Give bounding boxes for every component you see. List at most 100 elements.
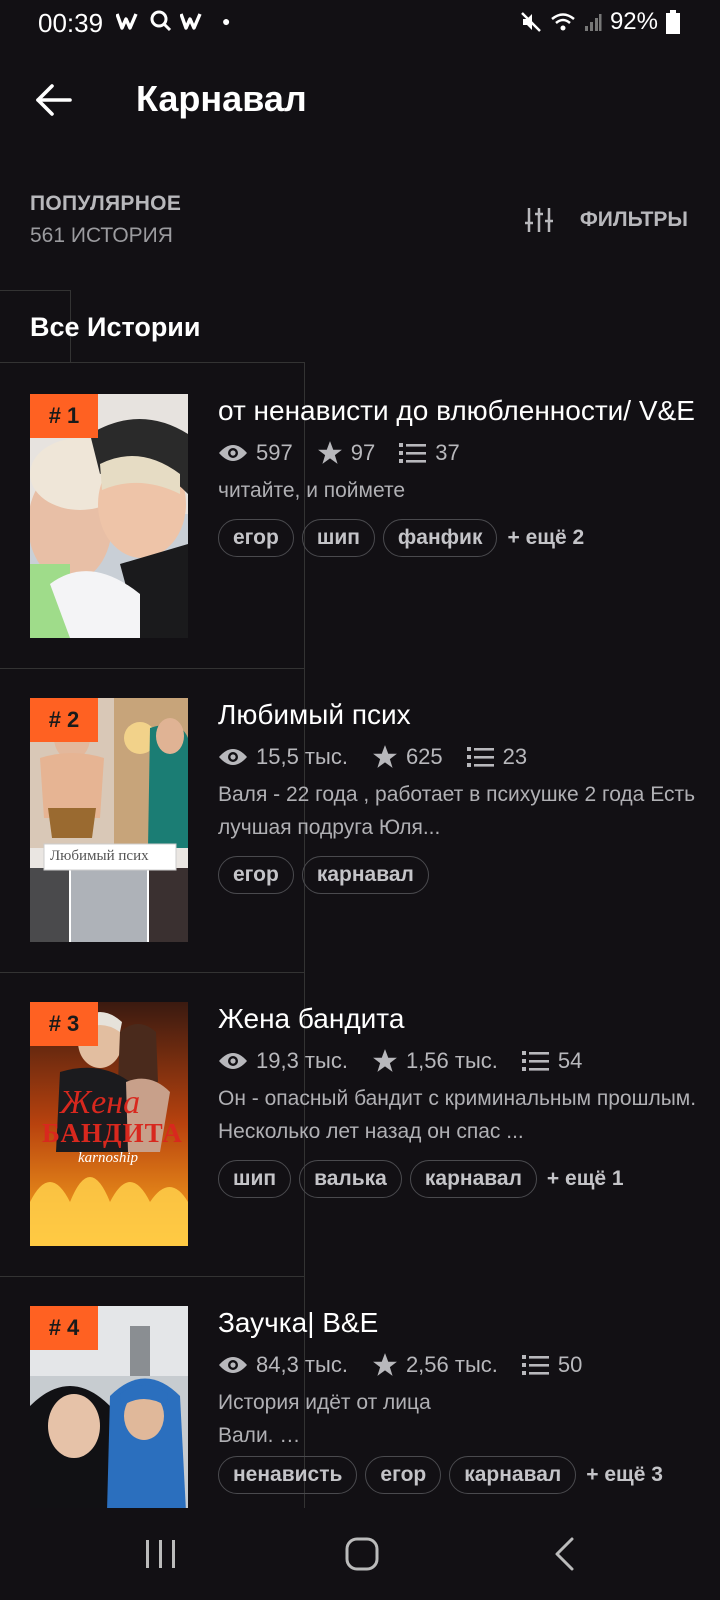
- divider: [0, 290, 70, 291]
- tag[interactable]: фанфик: [382, 519, 498, 557]
- eye-icon: [219, 1053, 247, 1069]
- eye-icon: [219, 445, 247, 461]
- story-item[interactable]: Жена БАНДИТА karnoship # 3 Жена бандита …: [0, 1002, 720, 1276]
- story-item[interactable]: # 4 Заучка| B&E 84,3 тыс. 2,56 тыс. 50 И…: [0, 1306, 720, 1510]
- divider: [0, 362, 304, 363]
- list-icon: [399, 443, 427, 463]
- tag[interactable]: егор: [218, 519, 294, 557]
- tag[interactable]: шип: [218, 1160, 292, 1198]
- tag[interactable]: карнавал: [449, 1456, 577, 1494]
- cover-author: karnoship: [78, 1150, 138, 1166]
- tag-list: ненависть егор карнавал + ещё 3: [218, 1456, 698, 1494]
- tag[interactable]: карнавал: [409, 1160, 537, 1198]
- notification-icons: ●: [116, 10, 230, 32]
- tag[interactable]: валька: [299, 1160, 402, 1198]
- tag[interactable]: егор: [365, 1456, 442, 1494]
- views-count: 19,3 тыс.: [256, 1048, 348, 1073]
- story-info: Любимый псих 15,5 тыс. 625 23 Валя - 22 …: [218, 698, 698, 894]
- parts-count: 23: [502, 744, 528, 769]
- mute-icon: [521, 12, 541, 32]
- tag-list: егор карнавал: [218, 856, 698, 894]
- story-title[interactable]: Заучка| B&E: [218, 1306, 698, 1340]
- story-title[interactable]: Жена бандита: [218, 1002, 698, 1036]
- signal-icon: [584, 14, 602, 31]
- more-tags[interactable]: + ещё 3: [586, 1463, 663, 1487]
- votes-stat: 97: [317, 440, 375, 466]
- sort-info[interactable]: ПОПУЛЯРНОЕ 561 ИСТОРИЯ: [30, 192, 181, 248]
- story-description: Валя - 22 года , работает в психушке 2 г…: [218, 783, 696, 839]
- story-stats: 597 97 37: [218, 438, 698, 468]
- back-arrow-icon[interactable]: [34, 80, 74, 120]
- wifi-icon: [551, 13, 575, 31]
- battery-icon: [666, 10, 680, 34]
- views-stat: 84,3 тыс.: [218, 1352, 348, 1378]
- tag[interactable]: шип: [301, 519, 375, 557]
- rank-badge: # 1: [30, 394, 98, 438]
- rank-badge: # 3: [30, 1002, 98, 1046]
- tag[interactable]: егор: [218, 856, 294, 894]
- parts-stat: 54: [521, 1048, 582, 1074]
- story-info: Жена бандита 19,3 тыс. 1,56 тыс. 54 Он -…: [218, 1002, 698, 1198]
- story-title[interactable]: Любимый псих: [218, 698, 698, 732]
- more-tags[interactable]: + ещё 2: [507, 526, 584, 550]
- star-icon: [373, 745, 397, 768]
- wattpad-icon: [180, 13, 202, 30]
- status-right: 92%: [520, 8, 680, 36]
- filters-button[interactable]: ФИЛЬТРЫ: [524, 206, 688, 234]
- parts-count: 50: [557, 1352, 583, 1377]
- views-stat: 597: [218, 440, 293, 466]
- recent-apps-icon[interactable]: [144, 1538, 178, 1570]
- votes-stat: 1,56 тыс.: [372, 1048, 498, 1074]
- list-icon: [521, 1355, 549, 1375]
- cover-title: Любимый псих: [50, 848, 149, 864]
- story-cover[interactable]: Любимый псих # 2: [30, 698, 188, 942]
- tag-list: егор шип фанфик + ещё 2: [218, 519, 698, 557]
- votes-count: 1,56 тыс.: [405, 1048, 498, 1073]
- parts-count: 37: [435, 440, 460, 465]
- dot-icon: ●: [222, 13, 231, 29]
- story-stats: 19,3 тыс. 1,56 тыс. 54: [218, 1046, 698, 1076]
- section-title: Все Истории: [30, 312, 201, 342]
- votes-stat: 2,56 тыс.: [372, 1352, 498, 1378]
- status-time: 00:39: [38, 8, 104, 38]
- views-stat: 19,3 тыс.: [218, 1048, 348, 1074]
- story-cover[interactable]: # 1: [30, 394, 188, 638]
- votes-count: 625: [405, 744, 443, 769]
- list-icon: [521, 1051, 549, 1071]
- divider: [0, 668, 304, 669]
- story-description: Он - опасный бандит с криминальным прошл…: [218, 1087, 697, 1143]
- story-info: от ненависти до влюбленности/ V&E 597 97…: [218, 394, 698, 557]
- home-icon[interactable]: [344, 1536, 380, 1572]
- tag[interactable]: карнавал: [301, 856, 429, 894]
- tag[interactable]: ненависть: [218, 1456, 358, 1494]
- star-icon: [317, 441, 342, 464]
- story-item[interactable]: # 1 от ненависти до влюбленности/ V&E 59…: [0, 394, 720, 668]
- story-count: 561 ИСТОРИЯ: [30, 224, 173, 247]
- battery-percent: 92%: [609, 8, 658, 35]
- votes-count: 2,56 тыс.: [405, 1352, 498, 1377]
- story-cover[interactable]: Жена БАНДИТА karnoship # 3: [30, 1002, 188, 1246]
- parts-stat: 50: [521, 1352, 583, 1378]
- back-nav-icon[interactable]: [552, 1536, 576, 1572]
- views-count: 84,3 тыс.: [256, 1352, 348, 1377]
- story-cover[interactable]: # 4: [30, 1306, 188, 1508]
- star-icon: [373, 1049, 397, 1072]
- divider: [0, 972, 304, 973]
- story-title[interactable]: от ненависти до влюбленности/ V&E: [218, 394, 698, 428]
- cover-title-1: Жена: [60, 1084, 141, 1121]
- eye-icon: [219, 749, 247, 765]
- views-count: 597: [256, 440, 293, 465]
- sort-category[interactable]: ПОПУЛЯРНОЕ: [30, 192, 181, 216]
- views-count: 15,5 тыс.: [256, 744, 348, 769]
- sliders-icon: [524, 208, 553, 232]
- filters-label: ФИЛЬТРЫ: [579, 208, 688, 231]
- divider: [0, 1276, 304, 1277]
- story-item[interactable]: Любимый псих # 2 Любимый псих 15,5 тыс. …: [0, 698, 720, 972]
- more-tags[interactable]: + ещё 1: [547, 1167, 624, 1191]
- cover-title-2: БАНДИТА: [42, 1118, 183, 1148]
- status-bar: 00:39 ● 92%: [0, 0, 720, 46]
- rank-badge: # 2: [30, 698, 98, 742]
- story-stats: 84,3 тыс. 2,56 тыс. 50: [218, 1350, 698, 1380]
- list-icon: [466, 747, 494, 767]
- story-stats: 15,5 тыс. 625 23: [218, 742, 698, 772]
